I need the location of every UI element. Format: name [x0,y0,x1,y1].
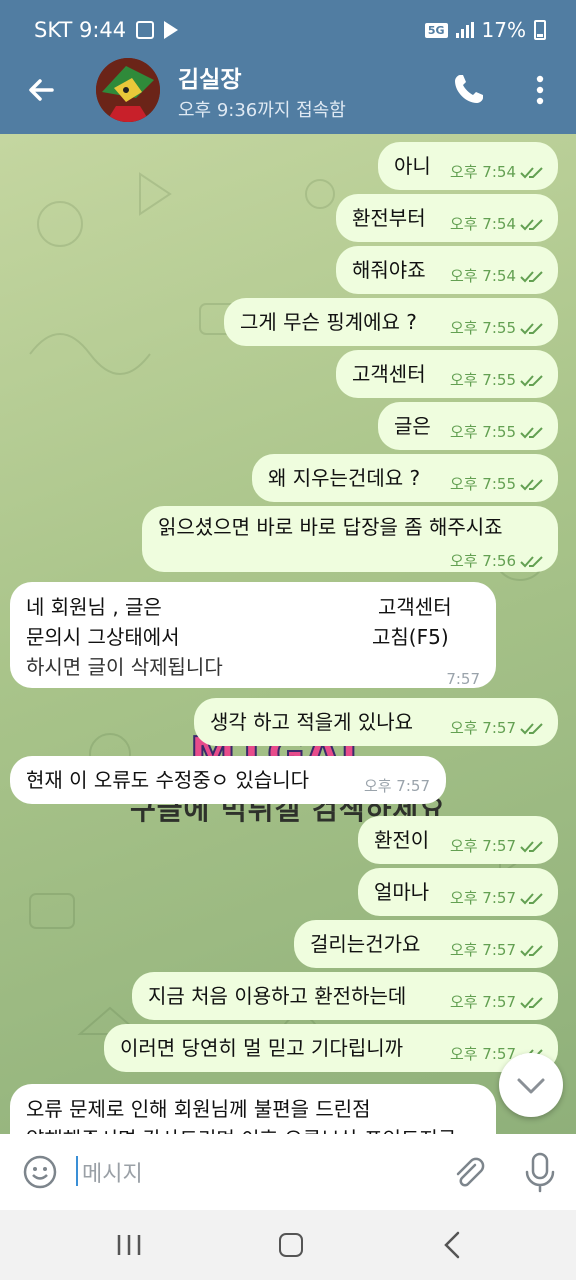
message-text-line: 고객센터 [378,595,452,619]
back-nav-icon[interactable] [440,1230,464,1260]
avatar[interactable] [96,58,160,122]
read-receipt-icon [520,166,543,178]
chevron-down-icon [517,1078,545,1094]
battery-percent: 17% [481,18,526,42]
message-text: 환전부터 [352,206,426,230]
message-bubble-outgoing[interactable]: 환전부터 오후 7:54 [336,194,558,242]
message-text: 지금 처음 이용하고 환전하는데 [148,984,407,1008]
attach-icon[interactable] [448,1152,488,1192]
message-bubble-incoming[interactable]: 현재 이 오류도 수정중ㅇ 있습니다 오후 7:57 [10,756,446,804]
recent-apps-icon[interactable] [116,1234,142,1256]
message-time: 오후 7:57 [363,777,430,795]
message-text-line: 네 회원님 , 글은 [26,595,162,619]
message-bubble-outgoing[interactable]: 환전이 오후 7:57 [358,816,558,864]
message-text-line: 고침(F5) [372,625,449,649]
chat-area[interactable]: 아니 오후 7:54 환전부터 오후 7:54 해줘야죠 오후 7:54 그게 … [0,134,576,1134]
read-receipt-icon [520,270,543,282]
avatar-image [96,58,160,122]
back-arrow-icon[interactable] [22,70,62,110]
message-text: 현재 이 오류도 수정중ㅇ 있습니다 [26,768,310,792]
read-receipt-icon [520,426,543,438]
contact-name[interactable]: 김실장 [178,60,241,94]
message-text: 읽으셨으면 바로 바로 답장을 좀 해주시죠 [158,515,503,539]
message-bubble-outgoing[interactable]: 그게 무슨 핑계에요 ? 오후 7:55 [224,298,558,346]
read-receipt-icon [520,996,543,1008]
message-time: 오후 7:55 [449,319,516,337]
message-bubble-outgoing[interactable]: 글은 오후 7:55 [378,402,558,450]
message-text: 아니 [394,154,431,178]
microphone-icon[interactable] [520,1150,560,1194]
message-bubble-outgoing[interactable]: 고객센터 오후 7:55 [336,350,558,398]
message-bubble-outgoing[interactable]: 아니 오후 7:54 [378,142,558,190]
phone-icon[interactable] [452,72,486,106]
play-notification-icon [164,21,179,39]
message-bubble-outgoing[interactable]: 읽으셨으면 바로 바로 답장을 좀 해주시죠 오후 7:56 [142,506,558,572]
message-input-bar: 메시지 [0,1134,576,1210]
message-time: 오후 7:55 [449,423,516,441]
message-time: 오후 7:54 [449,163,516,181]
message-bubble-outgoing[interactable]: 왜 지우는건데요 ? 오후 7:55 [252,454,558,502]
text-cursor [76,1156,78,1186]
read-receipt-icon [520,374,543,386]
message-text: 고객센터 [352,362,426,386]
read-receipt-icon [520,722,543,734]
chat-header: 김실장 오후 9:36까지 접속함 [0,48,576,134]
gallery-notification-icon [136,21,155,39]
message-bubble-incoming[interactable]: 네 회원님 , 글은 고객센터 문의시 그상태에서 고침(F5) 하시면 글이 … [10,582,496,688]
message-time: 오후 7:54 [449,215,516,233]
more-options-icon[interactable] [526,72,554,108]
message-bubble-outgoing[interactable]: 지금 처음 이용하고 환전하는데 오후 7:57 [132,972,558,1020]
message-bubble-outgoing[interactable]: 이러면 당연히 멀 믿고 기다립니까 오후 7:57 [104,1024,558,1072]
message-text: 왜 지우는건데요 ? [268,466,421,490]
message-text: 얼마나 [374,880,430,904]
network-type: 5G [424,22,448,38]
read-receipt-icon [520,218,543,230]
read-receipt-icon [520,555,543,567]
carrier-time: SKT 9:44 [34,18,127,42]
message-text: 이러면 당연히 멀 믿고 기다립니까 [120,1036,404,1060]
message-text-line: 문의시 그상태에서 [26,625,180,649]
message-bubble-outgoing[interactable]: 걸리는건가요 오후 7:57 [294,920,558,968]
message-text-line: 하시면 글이 삭제됩니다 [26,655,223,679]
message-time: 오후 7:57 [449,889,516,907]
message-text: 해줘야죠 [352,258,426,282]
message-text-line: 양해해주시면 감사드리며 이후 오류보상 포인트지급 [26,1124,456,1134]
message-bubble-outgoing[interactable]: 생각 하고 적을게 있나요 오후 7:57 [194,698,558,746]
message-text: 글은 [394,414,431,438]
message-input[interactable]: 메시지 [82,1156,143,1188]
battery-icon [534,20,546,40]
message-text: 생각 하고 적을게 있나요 [210,710,414,734]
message-text: 그게 무슨 핑계에요 ? [240,310,417,334]
message-text: 환전이 [374,828,430,852]
message-time: 오후 7:55 [449,371,516,389]
message-time: 오후 7:57 [449,993,516,1011]
message-bubble-incoming[interactable]: 오류 문제로 인해 회원님께 불편을 드린점 양해해주시면 감사드리며 이후 오… [10,1084,496,1134]
message-time: 오후 7:57 [449,941,516,959]
signal-icon [455,22,474,38]
message-time: 7:57 [446,670,480,688]
read-receipt-icon [520,478,543,490]
system-navigation-bar [0,1210,576,1280]
emoji-icon[interactable] [22,1154,58,1190]
message-text: 걸리는건가요 [310,932,421,956]
home-button[interactable] [279,1233,303,1257]
read-receipt-icon [520,944,543,956]
last-seen-status: 오후 9:36까지 접속함 [178,100,346,121]
message-time: 오후 7:54 [449,267,516,285]
message-bubble-outgoing[interactable]: 해줘야죠 오후 7:54 [336,246,558,294]
read-receipt-icon [520,322,543,334]
message-time: 오후 7:55 [449,475,516,493]
message-text-line: 오류 문제로 인해 회원님께 불편을 드린점 [26,1097,371,1121]
message-bubble-outgoing[interactable]: 얼마나 오후 7:57 [358,868,558,916]
read-receipt-icon [520,840,543,852]
scroll-to-bottom-button[interactable] [499,1053,563,1117]
read-receipt-icon [520,892,543,904]
message-time: 오후 7:57 [449,837,516,855]
message-time: 오후 7:56 [449,552,516,570]
message-time: 오후 7:57 [449,719,516,737]
